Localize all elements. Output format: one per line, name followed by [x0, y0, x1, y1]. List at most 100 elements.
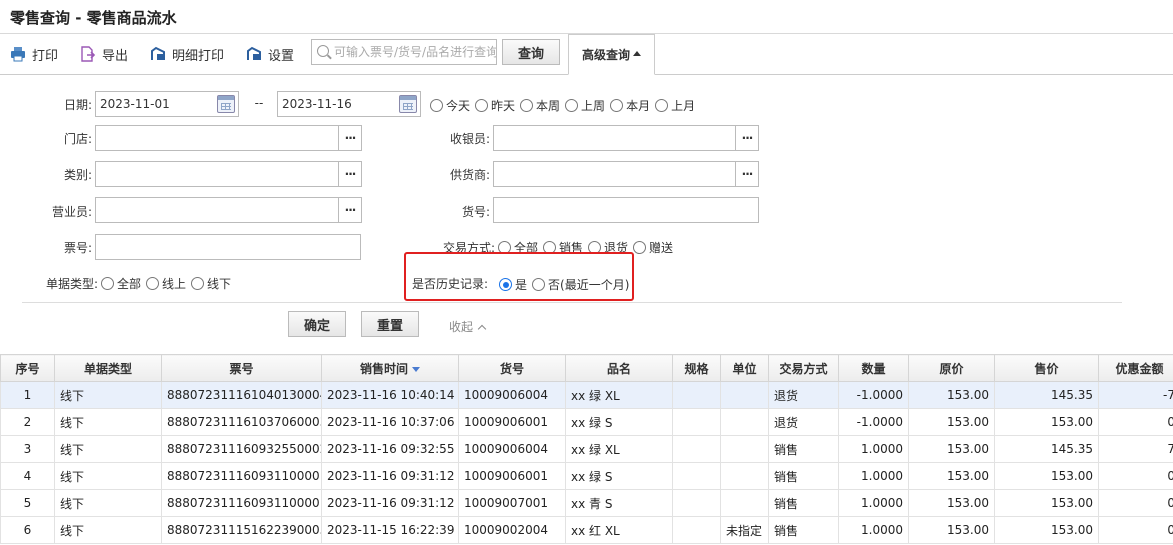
detail-print-button[interactable]: 明细打印 [150, 44, 224, 64]
radio-icon [565, 99, 579, 112]
doc-type-offline[interactable]: 线下 [191, 275, 231, 292]
column-header-sale-time[interactable]: 销售时间 [321, 354, 459, 382]
table-row[interactable]: 4 线下 888072311160931100001 2023-11-16 09:31… [0, 462, 1173, 490]
table-cell: 153.00 [994, 516, 1099, 544]
store-picker-button[interactable]: ··· [338, 125, 362, 151]
column-header[interactable]: 单位 [720, 354, 769, 382]
export-icon [80, 46, 96, 62]
column-header[interactable]: 货号 [458, 354, 566, 382]
column-header[interactable]: 优惠金额 [1098, 354, 1173, 382]
supplier-picker-button[interactable]: ··· [735, 161, 759, 187]
table-cell: 线下 [54, 408, 162, 436]
history-options: 是 否(最近一个月) [499, 276, 634, 293]
category-picker-button[interactable]: ··· [338, 161, 362, 187]
export-button[interactable]: 导出 [80, 44, 128, 64]
sort-desc-icon [412, 366, 420, 372]
column-header-label: 销售时间 [359, 361, 408, 376]
doc-type-online[interactable]: 线上 [146, 275, 186, 292]
results-grid: 序号 单据类型 票号 销售时间 货号 品名 规格 单位 交易方式 数量 原价 售… [0, 354, 1173, 545]
table-cell [672, 435, 721, 463]
print-button[interactable]: 打印 [10, 44, 58, 64]
calendar-icon[interactable] [399, 95, 417, 113]
table-cell: 线下 [54, 516, 162, 544]
table-row[interactable]: 5 线下 888072311160931100001 2023-11-16 09:31… [0, 489, 1173, 517]
table-cell: 10009006004 [458, 381, 566, 409]
supplier-field [493, 161, 736, 187]
table-cell: xx 绿 XL [565, 381, 673, 409]
table-row[interactable]: 1 线下 888072311161040130004 2023-11-16 10:40… [0, 381, 1173, 409]
date-option-yesterday[interactable]: 昨天 [475, 97, 515, 114]
column-header[interactable]: 单据类型 [54, 354, 162, 382]
search-input[interactable] [334, 40, 496, 64]
table-cell: 线下 [54, 381, 162, 409]
table-cell: 153.00 [994, 408, 1099, 436]
cashier-picker-button[interactable]: ··· [735, 125, 759, 151]
date-option-this-month[interactable]: 本月 [610, 97, 650, 114]
radio-icon [191, 277, 205, 290]
title-bar: 零售查询 - 零售商品流水 [0, 0, 1173, 34]
table-cell: -1.0000 [838, 381, 909, 409]
date-from-field [95, 91, 239, 117]
table-cell: 0 [1098, 489, 1173, 517]
table-cell [672, 516, 721, 544]
radio-icon [610, 99, 624, 112]
table-cell: 线下 [54, 462, 162, 490]
page-title: 零售查询 - 零售商品流水 [10, 9, 177, 27]
reset-button[interactable]: 重置 [361, 311, 419, 337]
date-option-today[interactable]: 今天 [430, 97, 470, 114]
table-row[interactable]: 3 线下 888072311160932550002 2023-11-16 09:32… [0, 435, 1173, 463]
advanced-query-label: 高级查询 [581, 48, 630, 62]
history-option-yes[interactable]: 是 [499, 276, 527, 293]
date-option-this-week[interactable]: 本周 [520, 97, 560, 114]
advanced-query-tab[interactable]: 高级查询 [568, 34, 655, 75]
calendar-icon[interactable] [217, 95, 235, 113]
column-header[interactable]: 序号 [0, 354, 55, 382]
radio-icon [475, 99, 489, 112]
table-cell: 888072311151622390005 [161, 516, 322, 544]
confirm-button[interactable]: 确定 [288, 311, 346, 337]
salesperson-picker-button[interactable]: ··· [338, 197, 362, 223]
column-header[interactable]: 品名 [565, 354, 673, 382]
trade-type-gift[interactable]: 赠送 [633, 239, 673, 256]
column-header[interactable]: 数量 [838, 354, 909, 382]
column-header[interactable]: 票号 [161, 354, 322, 382]
table-cell: 2 [0, 408, 55, 436]
query-button[interactable]: 查询 [502, 39, 560, 65]
settings-button[interactable]: 设置 [246, 44, 294, 64]
table-cell: 153.00 [908, 489, 995, 517]
store-input[interactable] [96, 126, 338, 150]
column-header[interactable]: 规格 [672, 354, 721, 382]
ticket-input[interactable] [96, 235, 360, 259]
table-cell: 0 [1098, 462, 1173, 490]
settings-icon [246, 46, 262, 62]
printer-icon [10, 46, 26, 62]
column-header[interactable]: 原价 [908, 354, 995, 382]
supplier-input[interactable] [494, 162, 735, 186]
date-option-last-week[interactable]: 上周 [565, 97, 605, 114]
category-field [95, 161, 339, 187]
cashier-input[interactable] [494, 126, 735, 150]
table-cell: 2023-11-16 10:40:14 [321, 381, 459, 409]
table-cell: 153.00 [908, 381, 995, 409]
table-cell: 2023-11-16 09:32:55 [321, 435, 459, 463]
column-header[interactable]: 交易方式 [768, 354, 839, 382]
collapse-link[interactable]: 收起 [449, 318, 487, 335]
table-row[interactable]: 6 线下 888072311151622390005 2023-11-15 16:22… [0, 516, 1173, 544]
column-header[interactable]: 售价 [994, 354, 1099, 382]
table-cell: xx 青 S [565, 489, 673, 517]
table-cell: 4 [0, 462, 55, 490]
history-option-recent-month[interactable]: 否(最近一个月) [532, 276, 629, 293]
date-option-last-month[interactable]: 上月 [655, 97, 695, 114]
table-cell: 153.00 [908, 462, 995, 490]
table-cell: 888072311160932550002 [161, 435, 322, 463]
caret-up-icon [633, 51, 641, 56]
table-row[interactable]: 2 线下 888072311161037060003 2023-11-16 10:37… [0, 408, 1173, 436]
table-cell: 1.0000 [838, 435, 909, 463]
category-input[interactable] [96, 162, 338, 186]
salesperson-input[interactable] [96, 198, 338, 222]
item-no-input[interactable] [494, 198, 758, 222]
table-cell: 线下 [54, 435, 162, 463]
radio-icon [430, 99, 443, 112]
cashier-label: 收银员: [449, 132, 490, 146]
doc-type-all[interactable]: 全部 [101, 275, 141, 292]
